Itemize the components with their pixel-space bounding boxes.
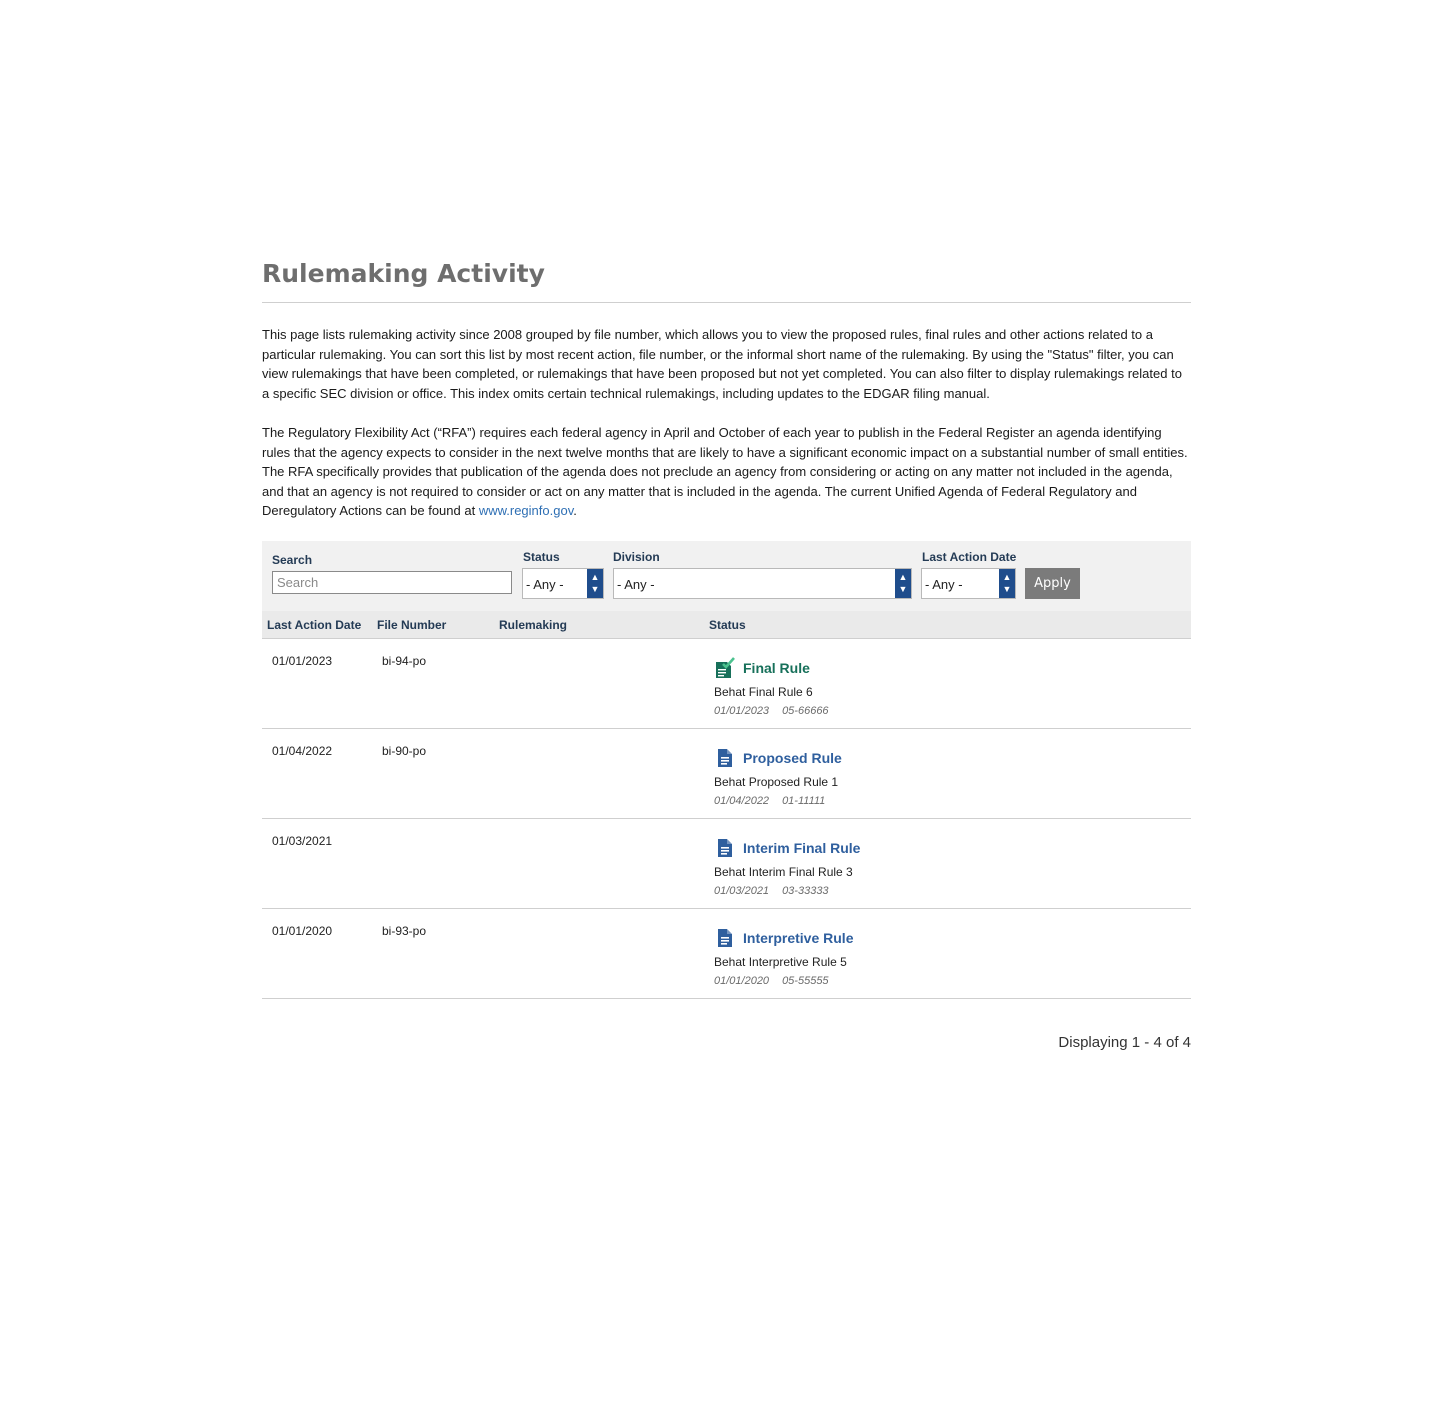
column-header-rulemaking[interactable]: Rulemaking — [499, 618, 567, 632]
row-last-action-date: 01/01/2020 — [272, 923, 333, 938]
row-file-number: bi-93-po — [382, 923, 427, 938]
intro-paragraph-2-text: The Regulatory Flexibility Act (“RFA”) r… — [262, 425, 1188, 518]
row-status: Final Rule Behat Final Rule 6 01/01/2023 05… — [714, 656, 829, 717]
row-last-action-date: 01/04/2022 — [272, 743, 333, 758]
status-title[interactable]: Interim Final Rule — [743, 840, 860, 856]
search-input[interactable] — [272, 570, 512, 594]
main-content: Rulemaking Activity This page lists rule… — [262, 256, 1191, 999]
document-icon — [714, 747, 736, 769]
table-row: 01/01/2020 bi-93-po Interpretive Rule Behat… — [262, 909, 1191, 999]
status-meta-date: 01/03/2021 — [714, 884, 770, 897]
status-meta-number: 03-33333 — [782, 884, 829, 897]
intro-text: This page lists rulemaking activity sinc… — [262, 325, 1191, 521]
status-meta-number: 05-66666 — [782, 704, 829, 717]
status-meta-date: 01/01/2023 — [714, 704, 770, 717]
select-arrows-icon: ▲ ▼ — [999, 568, 1015, 598]
last-action-select-value: - Any - — [925, 576, 963, 592]
status-title[interactable]: Final Rule — [743, 660, 810, 676]
status-title[interactable]: Proposed Rule — [743, 750, 842, 766]
page-title: Rulemaking Activity — [262, 259, 545, 288]
table-row: 01/01/2023 bi-94-po Final Rule Behat Final … — [262, 639, 1191, 729]
row-status: Interpretive Rule Behat Interpretive Rule… — [714, 927, 853, 987]
status-title[interactable]: Interpretive Rule — [743, 930, 853, 946]
status-heading: Interim Final Rule — [714, 837, 860, 859]
row-status: Interim Final Rule Behat Interim Final Ru… — [714, 837, 860, 897]
row-status: Proposed Rule Behat Proposed Rule 1 01/04/… — [714, 747, 842, 807]
row-file-number: bi-94-po — [382, 653, 427, 668]
filter-bar: Search Status - Any - ▲▼ Division - Any … — [262, 540, 1191, 611]
column-header-status: Status — [709, 617, 746, 632]
table-header: Last Action Date File Number Rulemaking … — [262, 610, 1191, 639]
status-meta: 01/04/2022 01-11111 — [714, 795, 842, 807]
intro-paragraph-2-end: . — [573, 503, 577, 518]
table-row: 01/03/2021 Interim Final Rule Behat Interi… — [262, 819, 1191, 909]
reginfo-link[interactable]: www.reginfo.gov — [479, 503, 573, 518]
status-heading: Proposed Rule — [714, 747, 842, 769]
status-meta: 01/01/2020 05-55555 — [714, 975, 853, 987]
table-row: 01/04/2022 bi-90-po Proposed Rule Behat Pro… — [262, 729, 1191, 819]
pager-summary: Displaying 1 - 4 of 4 — [1058, 1034, 1191, 1051]
table-body: 01/01/2023 bi-94-po Final Rule Behat Final … — [262, 639, 1191, 999]
status-detail: Behat Proposed Rule 1 — [714, 774, 839, 789]
intro-paragraph-1: This page lists rulemaking activity sinc… — [262, 327, 1182, 401]
status-meta: 01/01/2023 05-66666 — [714, 705, 829, 717]
status-heading: Interpretive Rule — [714, 927, 853, 949]
row-last-action-date: 01/03/2021 — [272, 833, 333, 848]
document-icon — [714, 927, 736, 949]
last-action-select[interactable]: - Any - ▲ ▼ — [921, 567, 1016, 599]
status-filter-label: Status — [523, 549, 560, 564]
last-action-filter-label: Last Action Date — [922, 549, 1017, 564]
status-meta-date: 01/01/2020 — [714, 974, 770, 987]
division-select-value: - Any - — [617, 576, 655, 592]
status-select-value: - Any - — [526, 576, 564, 592]
row-last-action-date: 01/01/2023 — [272, 653, 333, 668]
intro-paragraph-2: The Regulatory Flexibility Act (“RFA”) r… — [262, 423, 1191, 521]
column-header-file-number[interactable]: File Number — [377, 618, 446, 632]
status-detail: Behat Interpretive Rule 5 — [714, 954, 847, 969]
row-file-number: bi-90-po — [382, 743, 427, 758]
select-arrows-icon: ▲ ▼ — [895, 568, 911, 598]
status-heading: Final Rule — [714, 656, 829, 679]
status-meta-number: 01-11111 — [782, 794, 826, 807]
status-meta-number: 05-55555 — [782, 974, 829, 987]
status-detail: Behat Interim Final Rule 3 — [714, 864, 853, 879]
final-rule-icon — [714, 656, 736, 679]
search-label: Search — [272, 552, 313, 567]
status-meta: 01/03/2021 03-33333 — [714, 885, 860, 897]
status-select[interactable]: - Any - ▲ ▼ — [522, 567, 604, 599]
division-select[interactable]: - Any - ▲ ▼ — [613, 567, 912, 599]
document-icon — [714, 837, 736, 859]
column-header-last-action-date[interactable]: Last Action Date — [267, 618, 361, 632]
select-arrows-icon: ▲ ▼ — [587, 568, 603, 598]
division-filter-label: Division — [613, 549, 660, 564]
apply-button[interactable]: Apply — [1025, 567, 1080, 599]
title-divider — [262, 302, 1191, 303]
status-meta-date: 01/04/2022 — [714, 794, 770, 807]
status-detail: Behat Final Rule 6 — [714, 684, 813, 699]
